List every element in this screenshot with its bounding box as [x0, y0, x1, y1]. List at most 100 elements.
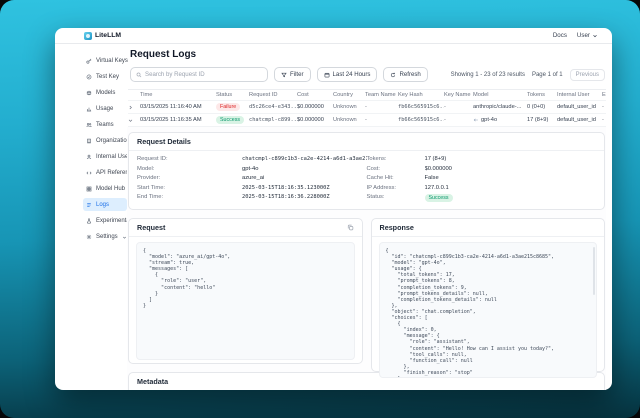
chevron-down-icon[interactable]	[128, 118, 133, 123]
sidebar-item-organizations[interactable]: Organizations	[55, 133, 125, 149]
gear-icon	[86, 234, 92, 240]
col-model[interactable]: Model	[473, 92, 527, 98]
filter-label: Filter	[290, 71, 304, 78]
col-end-user[interactable]: End User	[602, 92, 606, 98]
cell-model: gpt-4o	[473, 117, 527, 123]
cell-cost: $0.000000	[297, 104, 333, 110]
sidebar-item-usage[interactable]: Usage	[55, 101, 125, 117]
docs-link[interactable]: Docs	[553, 32, 567, 39]
col-time[interactable]: Time	[140, 92, 216, 98]
copy-button[interactable]	[347, 224, 354, 231]
col-request-id[interactable]: Request ID	[249, 92, 297, 98]
sidebar-item-experimental[interactable]: Experimental	[55, 213, 125, 229]
detail-value-provider: azure_ai	[242, 175, 367, 181]
filter-button[interactable]: Filter	[274, 67, 311, 82]
request-json-code: { "model": "azure_ai/gpt-4o", "stream": …	[136, 242, 355, 360]
desktop-background: LiteLLM Docs User Virtual Keys Test Ke	[0, 0, 640, 418]
col-status[interactable]: Status	[216, 92, 249, 98]
chevron-right-icon[interactable]	[128, 105, 133, 110]
detail-label: Cost:	[367, 166, 425, 172]
sidebar-item-model-hub[interactable]: Model Hub	[55, 181, 125, 197]
detail-value-status: Success	[425, 194, 597, 202]
response-json-code[interactable]: { "id": "chatcmpl-c899c1b3-ca2e-4214-a6d…	[379, 242, 598, 378]
sidebar-item-virtual-keys[interactable]: Virtual Keys	[55, 53, 125, 69]
status-badge: Failure	[216, 103, 249, 111]
provider-icon	[473, 117, 479, 123]
sidebar-item-models[interactable]: Models	[55, 85, 125, 101]
details-right-column: Tokens: 17 (8+9) Cost: $0.000000 Cache H…	[367, 156, 597, 202]
nav-label: Models	[96, 90, 115, 96]
refresh-button[interactable]: Refresh	[383, 67, 427, 82]
logs-icon	[86, 202, 92, 208]
sidebar-item-test-key[interactable]: Test Key	[55, 69, 125, 85]
nav-label: Test Key	[96, 74, 119, 80]
table-header-row: Time Status Request ID Cost Country Team…	[128, 90, 606, 101]
request-details-card: Request Details Request ID: chatcmpl-c89…	[128, 132, 605, 210]
cell-team-name: -	[365, 117, 398, 123]
previous-page-button[interactable]: Previous	[570, 69, 605, 81]
search-icon	[136, 72, 142, 78]
col-key-hash[interactable]: Key Hash	[398, 92, 444, 98]
request-panel-heading: Request	[137, 223, 165, 232]
filter-icon	[281, 72, 287, 78]
table-row[interactable]: 03/15/2025 11:16:40 AM Failure d5c26ce4-…	[128, 101, 606, 114]
col-country[interactable]: Country	[333, 92, 365, 98]
detail-label: IP Address:	[367, 185, 425, 191]
nav-label: Model Hub	[96, 186, 125, 192]
detail-label: End Time:	[137, 194, 242, 200]
nav-label: Settings	[96, 234, 118, 240]
user-menu[interactable]: User	[577, 32, 598, 39]
detail-value-request-id: chatcmpl-c899c1b3-ca2e-4214-a6d1-a3ae215…	[242, 156, 367, 162]
results-summary: Showing 1 - 23 of 23 results	[451, 72, 525, 78]
sidebar-item-teams[interactable]: Teams	[55, 117, 125, 133]
scrollbar-thumb[interactable]	[593, 247, 595, 295]
cell-key-name: -	[444, 104, 473, 110]
cell-end-user: -	[602, 117, 606, 123]
col-team-name[interactable]: Team Name	[365, 92, 398, 98]
cell-time: 03/15/2025 11:16:40 AM	[140, 104, 216, 110]
sidebar-item-internal-users[interactable]: Internal Users	[55, 149, 125, 165]
brand: LiteLLM	[84, 32, 121, 40]
detail-value-tokens: 17 (8+9)	[425, 156, 597, 162]
teams-icon	[86, 122, 92, 128]
cell-model: anthropic/claude-...	[473, 104, 527, 110]
test-key-icon	[86, 74, 92, 80]
col-internal-user[interactable]: Internal User	[557, 92, 602, 98]
detail-value-cost: $0.000000	[425, 166, 597, 172]
sidebar-item-settings[interactable]: Settings	[55, 229, 125, 245]
cell-request-id: d5c26ce4-e343...	[249, 104, 297, 110]
detail-label: Start Time:	[137, 185, 242, 191]
table-row[interactable]: 03/15/2025 11:16:35 AM Success chatcmpl-…	[128, 114, 606, 127]
nav-label: Logs	[96, 202, 109, 208]
detail-label: Request ID:	[137, 156, 242, 162]
detail-value-end-time: 2025-03-15T18:16:36.228000Z	[242, 194, 367, 200]
cell-country: Unknown	[333, 117, 365, 123]
status-badge: Success	[216, 116, 249, 124]
cell-cost: $0.000000	[297, 117, 333, 123]
col-tokens[interactable]: Tokens	[527, 92, 557, 98]
litellm-app-window: LiteLLM Docs User Virtual Keys Test Ke	[55, 28, 612, 390]
brand-name: LiteLLM	[95, 32, 121, 39]
calendar-icon	[324, 72, 330, 78]
nav-label: Teams	[96, 122, 114, 128]
cell-country: Unknown	[333, 104, 365, 110]
page-title: Request Logs	[130, 49, 606, 60]
litellm-logo-icon	[84, 32, 92, 40]
cell-internal-user: default_user_id	[557, 117, 602, 123]
flask-icon	[86, 218, 92, 224]
cell-team-name: -	[365, 104, 398, 110]
request-panel: Request { "model": "azure_ai/gpt-4o", "s…	[128, 218, 363, 364]
col-key-name[interactable]: Key Name	[444, 92, 473, 98]
cell-key-name: -	[444, 117, 473, 123]
sidebar-nav: Virtual Keys Test Key Models Usage Teams	[55, 44, 125, 390]
search-input[interactable]: Search by Request ID	[130, 67, 268, 82]
sidebar-item-logs[interactable]: Logs	[83, 198, 127, 211]
code-icon	[86, 170, 92, 176]
detail-value-start-time: 2025-03-15T18:16:35.123000Z	[242, 185, 367, 191]
time-range-button[interactable]: Last 24 Hours	[317, 67, 378, 82]
expanded-row-detail: Request Details Request ID: chatcmpl-c89…	[127, 127, 606, 390]
detail-value-ip-address: 127.0.0.1	[425, 185, 597, 191]
col-cost[interactable]: Cost	[297, 92, 333, 98]
sidebar-item-api-reference[interactable]: API Reference	[55, 165, 125, 181]
detail-label: Status:	[367, 194, 425, 202]
